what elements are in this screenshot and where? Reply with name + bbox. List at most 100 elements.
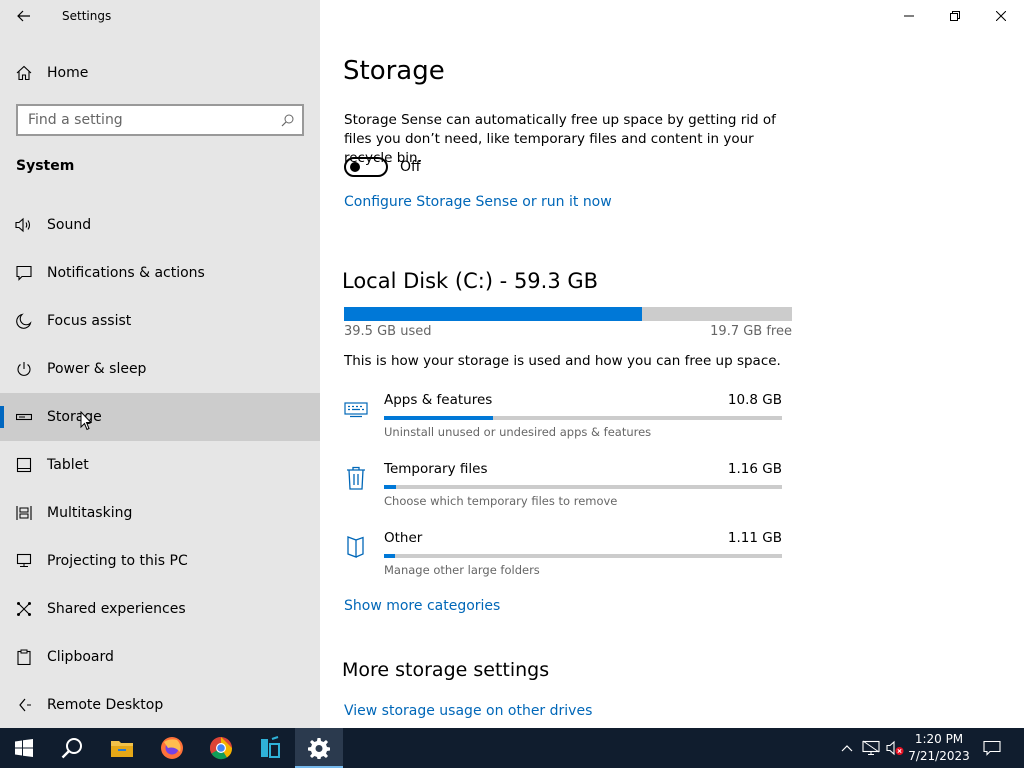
sidebar-item-power-sleep[interactable]: Power & sleep: [0, 345, 320, 393]
trash-icon: [344, 465, 368, 491]
close-button[interactable]: [978, 0, 1024, 32]
storage-categories: Apps & features 10.8 GB Uninstall unused…: [344, 390, 784, 597]
sidebar-item-tablet[interactable]: Tablet: [0, 441, 320, 489]
storage-sense-toggle-row: Off: [344, 157, 421, 177]
sidebar-item-label: Notifications & actions: [47, 265, 205, 281]
close-icon: [996, 11, 1006, 21]
sidebar-item-label: Clipboard: [47, 649, 114, 665]
app-title: Settings: [62, 9, 112, 23]
action-center-button[interactable]: [980, 728, 1004, 768]
tablet-icon: [0, 449, 47, 481]
action-center-icon: [983, 740, 1001, 756]
usage-description: This is how your storage is used and how…: [344, 353, 781, 369]
sidebar: Settings Home System Sound Notifications…: [0, 0, 320, 728]
chevron-up-icon: [841, 745, 853, 752]
clipboard-icon: [0, 641, 47, 673]
category-name: Temporary files: [384, 461, 488, 477]
taskbar-firefox[interactable]: [148, 728, 196, 768]
category-bar: [384, 416, 782, 420]
firefox-icon: [161, 737, 183, 759]
clock[interactable]: 1:20 PM 7/21/2023: [906, 731, 972, 765]
network-icon: [862, 740, 880, 755]
sidebar-item-clipboard[interactable]: Clipboard: [0, 633, 320, 681]
sidebar-item-projecting[interactable]: Projecting to this PC: [0, 537, 320, 585]
restore-button[interactable]: [932, 0, 978, 32]
sidebar-item-label: Focus assist: [47, 313, 132, 329]
minimize-icon: [904, 15, 914, 17]
storage-drive-icon: [0, 401, 47, 433]
category-name: Other: [384, 530, 423, 546]
storage-sense-toggle[interactable]: [344, 157, 388, 177]
notification-icon: [0, 257, 47, 289]
category-other[interactable]: Other 1.11 GB Manage other large folders: [344, 528, 784, 597]
sidebar-item-sound[interactable]: Sound: [0, 201, 320, 249]
category-temporary-files[interactable]: Temporary files 1.16 GB Choose which tem…: [344, 459, 784, 528]
show-more-categories-link[interactable]: Show more categories: [344, 598, 500, 614]
home-label: Home: [47, 65, 89, 81]
chrome-icon: [210, 737, 233, 760]
start-button[interactable]: [0, 728, 48, 768]
taskbar-chrome[interactable]: [197, 728, 245, 768]
start-icon: [15, 739, 33, 757]
category-bar-fill: [384, 485, 396, 489]
sidebar-item-remote-desktop[interactable]: Remote Desktop: [0, 681, 320, 729]
sidebar-item-label: Shared experiences: [47, 601, 186, 617]
mouse-cursor-icon: [80, 411, 92, 431]
page-title: Storage: [343, 56, 445, 86]
clock-time: 1:20 PM: [914, 732, 964, 746]
category-description: Manage other large folders: [384, 563, 540, 577]
configure-storage-sense-link[interactable]: Configure Storage Sense or run it now: [344, 194, 612, 210]
sidebar-item-home[interactable]: Home: [0, 57, 320, 89]
sidebar-item-notifications[interactable]: Notifications & actions: [0, 249, 320, 297]
category-size: 1.16 GB: [727, 461, 782, 477]
sidebar-item-storage[interactable]: Storage: [0, 393, 320, 441]
back-arrow-icon: [17, 10, 30, 22]
sidebar-item-multitasking[interactable]: Multitasking: [0, 489, 320, 537]
sidebar-item-shared-experiences[interactable]: Shared experiences: [0, 585, 320, 633]
category-bar: [384, 485, 782, 489]
network-status[interactable]: [860, 728, 882, 768]
search-icon: [61, 738, 82, 759]
search-icon[interactable]: [272, 114, 302, 127]
file-explorer-icon: [111, 741, 133, 757]
search-box[interactable]: [16, 104, 304, 136]
nav-list: Sound Notifications & actions Focus assi…: [0, 201, 320, 729]
main-content: Storage Storage Sense can automatically …: [320, 0, 1024, 728]
folder-icon: [344, 534, 368, 560]
shared-experiences-icon: [0, 593, 47, 625]
sidebar-item-focus-assist[interactable]: Focus assist: [0, 297, 320, 345]
disk-usage-bar: [344, 307, 792, 321]
multitasking-icon: [0, 497, 47, 529]
view-other-drives-link[interactable]: View storage usage on other drives: [344, 703, 592, 719]
disk-free-label: 19.7 GB free: [710, 324, 792, 339]
window-controls: [886, 0, 1024, 32]
category-size: 10.8 GB: [727, 392, 782, 408]
power-icon: [0, 353, 47, 385]
remote-desktop-icon: [0, 689, 47, 721]
volume-status[interactable]: [884, 728, 906, 768]
back-button[interactable]: [0, 0, 48, 32]
show-hidden-icons[interactable]: [836, 728, 858, 768]
title-bar: Settings: [0, 0, 320, 32]
taskbar-app[interactable]: [246, 728, 294, 768]
category-bar-fill: [384, 416, 494, 420]
taskbar-file-explorer[interactable]: [98, 728, 146, 768]
moon-icon: [0, 305, 47, 337]
search-input[interactable]: [18, 106, 272, 134]
category-description: Choose which temporary files to remove: [384, 494, 618, 508]
taskbar-search-button[interactable]: [48, 728, 96, 768]
taskbar: 1:20 PM 7/21/2023: [0, 728, 1024, 768]
disk-title: Local Disk (C:) - 59.3 GB: [342, 269, 599, 293]
volume-muted-icon: [886, 740, 904, 756]
minimize-button[interactable]: [886, 0, 932, 32]
disk-usage-fill: [344, 307, 643, 321]
category-name: Apps & features: [384, 392, 493, 408]
home-icon: [0, 57, 47, 89]
app-icon: [261, 736, 280, 758]
more-storage-settings-heading: More storage settings: [342, 659, 550, 681]
settings-icon: [308, 738, 330, 759]
taskbar-settings[interactable]: [295, 728, 343, 768]
category-apps-features[interactable]: Apps & features 10.8 GB Uninstall unused…: [344, 390, 784, 459]
category-bar: [384, 554, 782, 558]
disk-used-label: 39.5 GB used: [344, 324, 432, 339]
